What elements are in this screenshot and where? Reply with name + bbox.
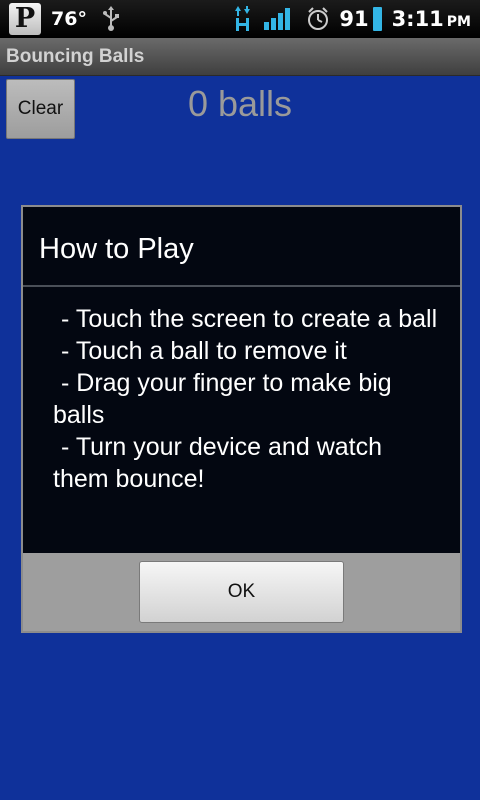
dialog-divider xyxy=(23,285,460,287)
temperature: 76° xyxy=(51,8,87,30)
battery-icon xyxy=(372,7,382,31)
status-bar: P 76° 91 3:11 PM xyxy=(0,0,480,38)
signal-icon xyxy=(264,8,291,30)
ok-button[interactable]: OK xyxy=(139,561,344,623)
instruction-item: - Drag your finger to make big balls xyxy=(53,369,392,429)
dialog-title: How to Play xyxy=(39,233,194,265)
how-to-play-dialog: How to Play - Touch the screen to create… xyxy=(21,205,462,633)
ball-count: 0 balls xyxy=(187,83,293,124)
instruction-item: - Turn your device and watch them bounce… xyxy=(53,433,382,493)
title-bar: Bouncing Balls xyxy=(0,38,480,76)
app-title: Bouncing Balls xyxy=(6,46,145,67)
clock-time: 3:11 xyxy=(391,7,444,31)
instruction-item: - Touch a ball to remove it xyxy=(61,337,347,365)
instruction-item: - Touch the screen to create a ball xyxy=(61,305,438,333)
battery-level: 91 xyxy=(339,7,369,31)
p-app-icon: P xyxy=(9,3,41,35)
status-right: 91 3:11 PM xyxy=(234,0,471,38)
clock: 3:11 PM xyxy=(392,7,471,31)
dialog-body: - Touch the screen to create a ball - To… xyxy=(53,303,443,495)
app-screen[interactable]: P 76° 91 3:11 PM Bouncing Balls Clear 0 … xyxy=(0,0,480,800)
dialog-footer: OK xyxy=(23,553,460,631)
usb-icon xyxy=(102,6,119,31)
alarm-icon xyxy=(308,7,329,30)
hsdpa-data-icon xyxy=(235,6,251,31)
status-left: P 76° xyxy=(9,3,121,35)
clock-ampm: PM xyxy=(446,14,471,30)
